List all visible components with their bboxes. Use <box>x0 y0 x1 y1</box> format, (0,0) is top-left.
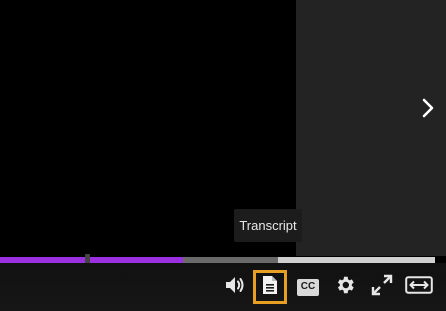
transcript-icon <box>262 275 278 300</box>
video-player: Transcript CC <box>0 0 446 311</box>
control-bar: CC <box>0 263 446 311</box>
settings-button[interactable] <box>328 270 362 304</box>
wide-view-icon <box>405 275 433 299</box>
volume-icon <box>224 275 246 300</box>
fullscreen-button[interactable] <box>365 270 399 304</box>
transcript-tooltip: Transcript <box>234 209 302 242</box>
closed-captions-icon: CC <box>297 278 319 296</box>
volume-button[interactable] <box>218 270 252 304</box>
settings-gear-icon <box>334 274 356 301</box>
next-chevron-icon[interactable] <box>418 96 438 120</box>
tooltip-text: Transcript <box>239 218 297 233</box>
side-panel <box>296 0 446 256</box>
fullscreen-icon <box>371 274 393 301</box>
transcript-button[interactable] <box>253 270 287 304</box>
wide-view-button[interactable] <box>402 270 436 304</box>
closed-captions-button[interactable]: CC <box>291 270 325 304</box>
